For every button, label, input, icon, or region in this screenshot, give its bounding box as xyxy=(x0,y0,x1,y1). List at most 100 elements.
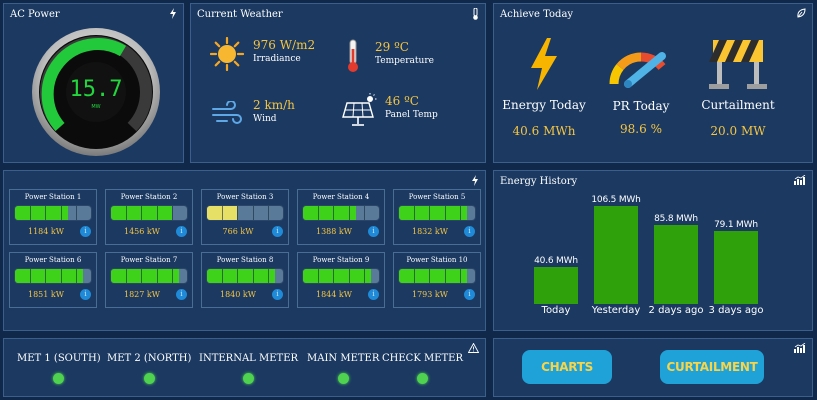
bar-divider xyxy=(75,269,77,283)
meter-met2-north[interactable]: MET 2 (NORTH) xyxy=(107,353,191,384)
energy-today-value: 40.6 MWh xyxy=(512,124,576,138)
station-level-bar xyxy=(14,268,92,284)
bar-divider xyxy=(459,269,461,283)
meters-panel: MET 1 (SOUTH) MET 2 (NORTH) INTERNAL MET… xyxy=(3,338,486,397)
station-kw: 1832 kW xyxy=(412,227,448,236)
bar-divider xyxy=(171,269,173,283)
meter-main[interactable]: MAIN METER xyxy=(307,353,379,384)
weather-panel-temp: 46 ºC Panel Temp xyxy=(341,93,438,126)
info-icon[interactable]: i xyxy=(464,289,475,300)
info-icon[interactable]: i xyxy=(272,226,283,237)
wind-icon xyxy=(209,98,245,130)
info-icon[interactable]: i xyxy=(176,289,187,300)
chart-bar xyxy=(534,266,578,304)
bar-divider xyxy=(318,206,320,220)
station-name: Power Station 4 xyxy=(312,193,370,201)
meter-status-dot xyxy=(53,373,65,384)
station-kw: 1827 kW xyxy=(124,290,160,299)
chart-data-label: 79.1 MWh xyxy=(714,220,758,231)
chart-icon xyxy=(794,174,806,188)
info-icon[interactable]: i xyxy=(80,289,91,300)
bar-divider xyxy=(156,206,158,220)
chart-bar xyxy=(654,225,698,304)
bar-divider xyxy=(60,269,62,283)
meter-label: MET 1 (SOUTH) xyxy=(17,353,101,364)
curtailment-value: 20.0 MW xyxy=(710,124,766,138)
power-station-card[interactable]: Power Station 1 1184 kW i xyxy=(9,189,97,245)
lightning-icon xyxy=(494,38,594,94)
leaf-icon xyxy=(796,8,806,21)
bar-divider xyxy=(75,206,77,220)
power-station-card[interactable]: Power Station 10 1793 kW i xyxy=(393,252,481,308)
station-level-bar xyxy=(206,205,284,221)
bar-divider xyxy=(45,269,47,283)
ac-power-gauge: 15.7 MW xyxy=(32,28,160,156)
lightning-icon xyxy=(169,8,177,22)
info-icon[interactable]: i xyxy=(368,226,379,237)
temperature-label: Temperature xyxy=(375,56,434,66)
curtailment-button[interactable]: CURTAILMENT xyxy=(660,350,764,384)
station-kw: 1456 kW xyxy=(124,227,160,236)
irradiance-value: 976 W/m2 xyxy=(253,38,316,52)
station-name: Power Station 6 xyxy=(24,256,82,264)
station-level-bar xyxy=(110,268,188,284)
thermometer-icon xyxy=(472,7,479,23)
station-kw: 766 kW xyxy=(222,227,254,236)
solar-panel-icon xyxy=(341,93,377,126)
bar-divider xyxy=(141,269,143,283)
bar-divider xyxy=(444,269,446,283)
station-kw: 1388 kW xyxy=(316,227,352,236)
thermometer-icon xyxy=(343,39,363,72)
chart-bar xyxy=(714,231,758,304)
station-kw: 1793 kW xyxy=(412,290,448,299)
weather-title: Current Weather xyxy=(197,9,283,20)
panel-temp-value: 46 ºC xyxy=(385,94,419,108)
bar-divider xyxy=(348,269,350,283)
energy-history-panel: Energy History 40.6 MWh Today 106.5 MWh Yes… xyxy=(493,170,813,331)
chart-category-label: 3 days ago xyxy=(708,305,764,316)
pr-today-label: PR Today xyxy=(612,99,670,113)
weather-wind: 2 km/h Wind xyxy=(209,98,295,130)
power-station-card[interactable]: Power Station 7 1827 kW i xyxy=(105,252,193,308)
gauge-unit: MW xyxy=(91,104,100,110)
station-level-bar xyxy=(206,268,284,284)
info-icon[interactable]: i xyxy=(80,226,91,237)
station-level-bar xyxy=(398,268,476,284)
chart-data-label: 106.5 MWh xyxy=(591,195,641,206)
power-station-card[interactable]: Power Station 5 1832 kW i xyxy=(393,189,481,245)
achieve-today-panel: Achieve Today Energy Today 40.6 MWh PR T… xyxy=(493,3,813,163)
bar-divider xyxy=(318,269,320,283)
power-station-card[interactable]: Power Station 4 1388 kW i xyxy=(297,189,385,245)
ac-power-title: AC Power xyxy=(10,9,60,20)
power-station-card[interactable]: Power Station 6 1851 kW i xyxy=(9,252,97,308)
info-icon[interactable]: i xyxy=(368,289,379,300)
bar-divider xyxy=(141,206,143,220)
station-name: Power Station 7 xyxy=(120,256,178,264)
meter-check[interactable]: CHECK METER xyxy=(382,353,463,384)
info-icon[interactable]: i xyxy=(272,289,283,300)
bar-divider xyxy=(444,206,446,220)
station-level-fill xyxy=(15,269,84,283)
meter-internal[interactable]: INTERNAL METER xyxy=(199,353,298,384)
station-kw: 1184 kW xyxy=(28,227,64,236)
achieve-pr-today: PR Today 98.6 % xyxy=(591,38,691,136)
bar-divider xyxy=(459,206,461,220)
meter-met1-south[interactable]: MET 1 (SOUTH) xyxy=(17,353,101,384)
bar-divider xyxy=(348,206,350,220)
info-icon[interactable]: i xyxy=(176,226,187,237)
achieve-energy-today: Energy Today 40.6 MWh xyxy=(494,38,594,138)
power-stations-panel: Power Station 1 1184 kW i Power Station 2 14… xyxy=(3,170,486,331)
power-station-card[interactable]: Power Station 8 1840 kW i xyxy=(201,252,289,308)
bar-divider xyxy=(414,206,416,220)
weather-irradiance: 976 W/m2 Irradiance xyxy=(209,37,316,71)
power-station-card[interactable]: Power Station 2 1456 kW i xyxy=(105,189,193,245)
power-station-card[interactable]: Power Station 9 1844 kW i xyxy=(297,252,385,308)
power-station-card[interactable]: Power Station 3 766 kW i xyxy=(201,189,289,245)
info-icon[interactable]: i xyxy=(464,226,475,237)
charts-button[interactable]: CHARTS xyxy=(522,350,612,384)
energy-history-title: Energy History xyxy=(500,176,578,187)
station-name: Power Station 1 xyxy=(24,193,82,201)
sun-icon xyxy=(209,37,245,71)
bar-divider xyxy=(429,206,431,220)
bar-divider xyxy=(237,269,239,283)
